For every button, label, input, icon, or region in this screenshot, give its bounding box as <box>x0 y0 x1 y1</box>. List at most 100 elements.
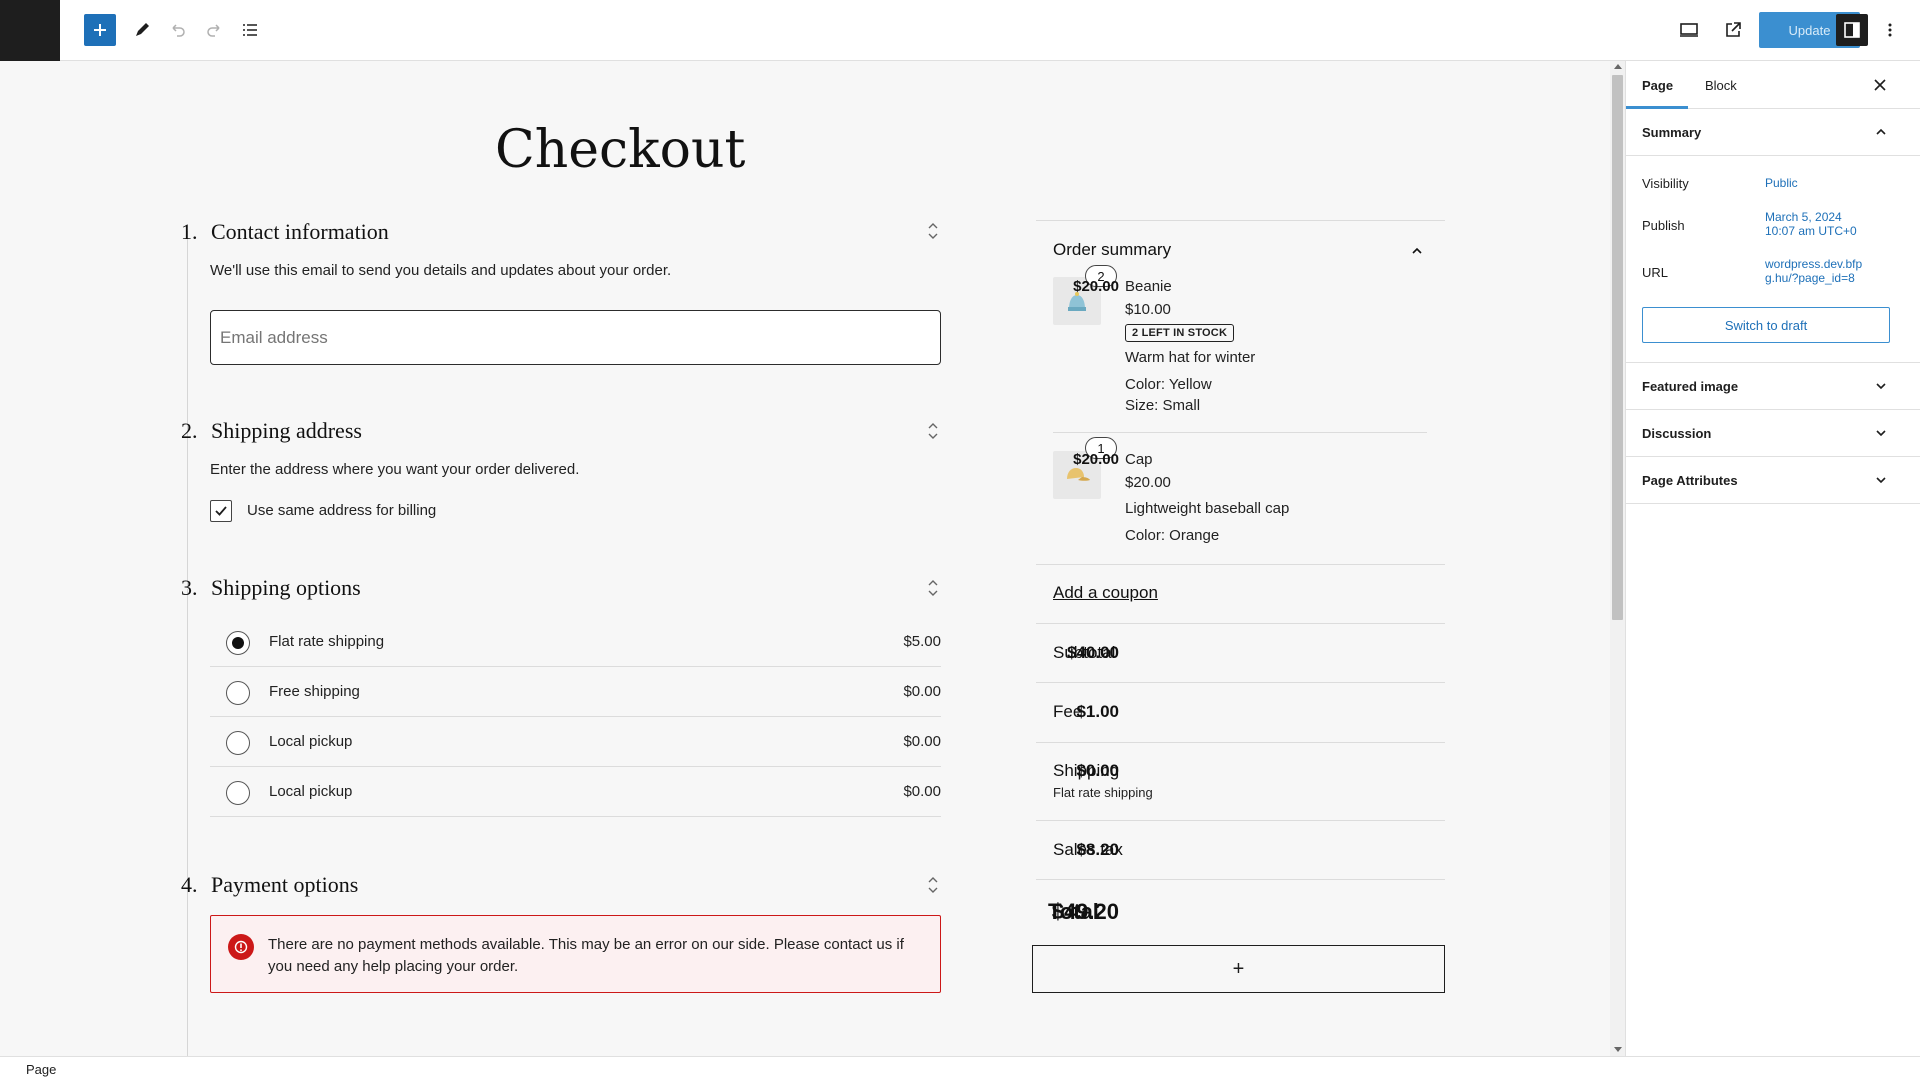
page-title[interactable]: Checkout <box>495 120 745 180</box>
featured-image-panel-header[interactable]: Featured image <box>1626 363 1920 410</box>
subtotal-value: $40.00 <box>1067 643 1119 662</box>
top-toolbar: Update <box>0 0 1920 61</box>
chevron-up-icon[interactable] <box>1410 244 1424 258</box>
step-number: 4. <box>181 872 198 897</box>
publish-time: 10:07 am UTC+0 <box>1765 224 1857 238</box>
shipping-radio[interactable] <box>226 731 250 755</box>
external-link-icon <box>1726 22 1741 37</box>
chevron-down-icon <box>1876 477 1886 484</box>
panel-title: Discussion <box>1642 426 1712 441</box>
shipping-value: $0.00 <box>1076 761 1119 780</box>
step-description: We'll use this email to send you details… <box>210 262 672 279</box>
item-divider <box>1053 432 1427 433</box>
breadcrumb[interactable]: Page <box>26 1062 56 1077</box>
step-connector <box>187 908 188 1056</box>
publish-value[interactable]: March 5, 2024 10:07 am UTC+0 <box>1765 210 1857 238</box>
redo-button[interactable] <box>198 14 230 46</box>
shipping-option-label: Local pickup <box>269 733 353 750</box>
shipping-option-row[interactable]: Local pickup $0.00 <box>210 717 941 767</box>
line-total: $20.00 <box>1073 278 1119 295</box>
payment-error-notice: There are no payment methods available. … <box>210 915 941 993</box>
tab-label: Page <box>1642 77 1674 93</box>
publish-label: Publish <box>1642 218 1685 233</box>
scroll-thumb[interactable] <box>1612 75 1623 620</box>
step-connector <box>187 431 188 586</box>
order-summary-title[interactable]: Order summary <box>1053 240 1171 260</box>
shipping-option-label: Local pickup <box>269 783 353 800</box>
summary-divider <box>1036 682 1445 683</box>
shipping-radio[interactable] <box>226 631 250 655</box>
desktop-icon <box>1680 23 1698 37</box>
scroll-up-arrow[interactable] <box>1614 64 1622 69</box>
settings-button[interactable] <box>1836 14 1868 46</box>
url-part: g.hu/?page_id=8 <box>1765 271 1855 285</box>
summary-panel-header[interactable]: Summary <box>1626 109 1920 156</box>
url-label: URL <box>1642 265 1669 280</box>
shipping-option-label: Flat rate shipping <box>269 633 385 650</box>
same-address-checkbox[interactable] <box>210 500 232 522</box>
url-value[interactable]: wordpress.dev.bfp g.hu/?page_id=8 <box>1765 257 1862 285</box>
shipping-option-row[interactable]: Free shipping $0.00 <box>210 667 941 717</box>
summary-divider <box>1036 820 1445 821</box>
undo-icon <box>172 24 185 37</box>
shipping-option-row[interactable]: Local pickup $0.00 <box>210 767 941 817</box>
step-shipping-options-heading[interactable]: 3. Shipping options <box>181 575 361 601</box>
shipping-option-row[interactable]: Flat rate shipping $5.00 <box>210 617 941 667</box>
reorder-icon[interactable] <box>927 578 939 598</box>
block-appender-button[interactable]: + <box>1032 945 1445 993</box>
product-price: $20.00 <box>1125 474 1171 491</box>
visibility-value[interactable]: Public <box>1765 176 1798 190</box>
chevron-up-icon <box>1876 128 1886 135</box>
view-button[interactable] <box>1673 14 1705 46</box>
product-name: Cap <box>1125 451 1153 468</box>
chevron-down-icon <box>1876 383 1886 390</box>
tools-button[interactable] <box>126 14 158 46</box>
panel-title: Featured image <box>1642 379 1739 394</box>
reorder-icon[interactable] <box>927 421 939 441</box>
product-description: Lightweight baseball cap <box>1125 500 1290 517</box>
page-attributes-panel-header[interactable]: Page Attributes <box>1626 457 1920 504</box>
view-page-button[interactable] <box>1717 14 1749 46</box>
line-total: $20.00 <box>1073 451 1119 468</box>
add-coupon-link[interactable]: Add a coupon <box>1053 583 1158 603</box>
undo-button[interactable] <box>162 14 194 46</box>
step-title: Contact information <box>211 219 389 244</box>
shipping-option-price: $0.00 <box>903 733 941 750</box>
summary-top-border <box>1036 220 1445 221</box>
canvas-scrollbar[interactable] <box>1610 61 1625 1056</box>
spacer <box>1626 156 1920 157</box>
discussion-panel-header[interactable]: Discussion <box>1626 410 1920 457</box>
step-payment-heading[interactable]: 4. Payment options <box>181 872 358 898</box>
site-logo-button[interactable] <box>0 0 60 61</box>
shipping-option-price: $0.00 <box>903 783 941 800</box>
checkmark-icon <box>215 506 227 516</box>
product-attribute: Color: Yellow <box>1125 376 1212 393</box>
tab-page[interactable]: Page <box>1642 61 1673 109</box>
step-connector <box>187 589 188 919</box>
scroll-down-arrow[interactable] <box>1614 1047 1622 1052</box>
shipping-radio[interactable] <box>226 681 250 705</box>
total-value: $49.20 <box>1051 899 1119 924</box>
more-vertical-icon <box>1888 23 1892 37</box>
panel-title: Page Attributes <box>1642 473 1738 488</box>
step-contact-heading[interactable]: 1. Contact information <box>181 219 389 245</box>
options-button[interactable] <box>1876 14 1904 46</box>
sidebar-tabs: Page Block <box>1626 61 1920 109</box>
same-address-label[interactable]: Use same address for billing <box>247 502 436 519</box>
add-block-button[interactable] <box>84 14 116 46</box>
reorder-icon[interactable] <box>927 221 939 241</box>
tab-block[interactable]: Block <box>1705 61 1737 109</box>
summary-divider <box>1036 564 1445 565</box>
step-shipping-address-heading[interactable]: 2. Shipping address <box>181 418 362 444</box>
redo-icon <box>207 24 220 37</box>
document-overview-button[interactable] <box>234 14 266 46</box>
shipping-radio[interactable] <box>226 781 250 805</box>
reorder-icon[interactable] <box>927 875 939 895</box>
shipping-method: Flat rate shipping <box>1053 785 1153 800</box>
switch-to-draft-button[interactable]: Switch to draft <box>1642 307 1890 343</box>
tax-value: $8.20 <box>1076 840 1119 859</box>
step-description: Enter the address where you want your or… <box>210 461 580 478</box>
email-field[interactable]: Email address <box>210 310 941 365</box>
close-sidebar-button[interactable] <box>1868 73 1892 97</box>
chevron-down-icon <box>1876 430 1886 437</box>
